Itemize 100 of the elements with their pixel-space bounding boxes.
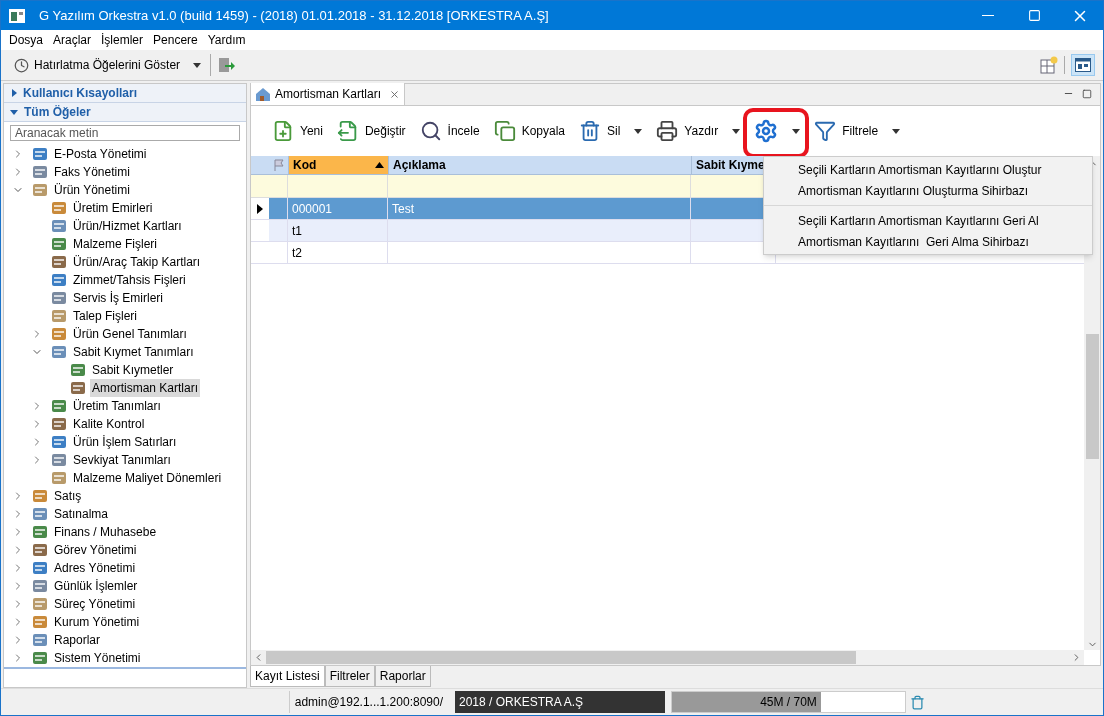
item-icon — [70, 380, 86, 396]
maximize-view-icon[interactable] — [1082, 88, 1092, 99]
new-document-icon — [272, 120, 294, 142]
filter-icon — [814, 120, 837, 142]
tree-item[interactable]: Süreç Yönetimi — [52, 595, 138, 613]
tree-item[interactable]: Sevkiyat Tanımları — [71, 451, 173, 469]
flag-icon — [272, 159, 285, 171]
table-cell-text: 000001 — [292, 200, 333, 218]
tree-item[interactable]: Adres Yönetimi — [52, 559, 138, 577]
tree-item[interactable]: Amortisman Kartları — [90, 379, 201, 397]
menu-entry[interactable]: Amortisman Kayıtlarını Oluşturma Sihirbazı — [764, 180, 1092, 201]
scrollbar-thumb[interactable] — [266, 651, 856, 664]
tree-item[interactable]: Sabit Kıymet Tanımları — [71, 343, 196, 361]
item-icon — [51, 416, 67, 432]
document-arrow-icon — [336, 120, 359, 142]
menu-item[interactable]: Dosya — [5, 31, 47, 49]
item-icon — [51, 236, 67, 252]
section-header[interactable]: Tüm Öğeler — [4, 103, 246, 122]
tree-item[interactable]: Raporlar — [52, 631, 103, 649]
item-icon — [51, 398, 67, 414]
item-icon — [32, 632, 48, 648]
tree-item[interactable]: Üretim Tanımları — [71, 397, 163, 415]
tree-item[interactable]: Kalite Kontrol — [71, 415, 147, 433]
collapsed-arrow-icon — [12, 89, 17, 97]
window-title: G Yazılım Orkestra v1.0 (build 1459) - (2018) 01.01.2018 - 31.12.2018 [ORKESTRA A.Ş] — [39, 6, 549, 25]
copy-button[interactable]: Kopyala — [490, 114, 568, 148]
tree-item[interactable]: Malzeme Fişleri — [71, 235, 159, 253]
layout-button[interactable] — [1071, 54, 1095, 76]
item-icon — [32, 542, 48, 558]
print-button[interactable]: Yazdır — [653, 114, 744, 148]
row-pointer-icon — [257, 203, 263, 214]
tree-item[interactable]: Ürün Yönetimi — [52, 181, 132, 199]
item-icon — [51, 272, 67, 288]
tree-item[interactable]: Ürün/Araç Takip Kartları — [71, 253, 203, 271]
item-icon — [32, 524, 48, 540]
tree-item[interactable]: Finans / Muhasebe — [52, 523, 159, 541]
item-icon — [32, 164, 48, 180]
item-icon — [51, 470, 67, 486]
caret-icon — [193, 62, 202, 68]
editor-tab[interactable]: Amortisman Kartları — [251, 83, 406, 105]
item-icon — [51, 434, 67, 450]
menu-item[interactable]: Pencere — [149, 31, 202, 49]
item-icon — [32, 488, 48, 504]
scrollbar-thumb[interactable] — [1085, 334, 1099, 459]
table-cell-text: t2 — [292, 244, 302, 262]
tree-item[interactable]: Malzeme Maliyet Dönemleri — [71, 469, 224, 487]
export-icon[interactable] — [217, 56, 236, 74]
item-icon — [51, 452, 67, 468]
menu-item[interactable]: Araçlar — [49, 31, 96, 49]
section-header[interactable]: Kullanıcı Kısayolları — [4, 84, 246, 103]
memory-reading: 45M / 70M — [759, 694, 818, 711]
tree-item[interactable]: Günlük İşlemler — [52, 577, 140, 595]
item-icon — [51, 290, 67, 306]
window-icon — [1075, 58, 1091, 72]
filter-button[interactable]: Filtrele — [811, 114, 904, 148]
clock-icon — [14, 57, 29, 73]
menu-item[interactable]: İşlemler — [97, 31, 148, 49]
delete-button[interactable]: Sil — [576, 114, 646, 148]
trash-icon — [579, 120, 601, 142]
tree-item[interactable]: Ürün Genel Tanımları — [71, 325, 189, 343]
splitter-handle[interactable] — [4, 667, 246, 669]
item-icon — [32, 146, 48, 162]
tree-item[interactable]: Görev Yönetimi — [52, 541, 139, 559]
tree-item[interactable]: Kurum Yönetimi — [52, 613, 142, 631]
tree-item[interactable]: Sistem Yönetimi — [52, 649, 143, 667]
expanded-arrow-icon — [10, 109, 18, 115]
tree-item[interactable]: Faks Yönetimi — [52, 163, 132, 181]
view-button[interactable]: İncele — [416, 114, 483, 148]
menu-item[interactable]: Yardım — [203, 31, 250, 49]
view-tab[interactable]: Raporlar — [374, 666, 431, 687]
sort-arrow-icon — [375, 162, 384, 168]
tree-item[interactable]: Zimmet/Tahsis Fişleri — [71, 271, 188, 289]
house-icon — [255, 86, 271, 102]
layout-add-icon[interactable] — [1040, 56, 1058, 74]
new-button[interactable]: Yeni — [269, 114, 326, 148]
view-tab[interactable]: Filtreler — [324, 666, 375, 687]
search-field[interactable]: Aranacak metin — [10, 125, 240, 141]
trash-icon[interactable] — [910, 694, 925, 710]
item-icon — [32, 560, 48, 576]
tree-item[interactable]: E-Posta Yönetimi — [52, 145, 149, 163]
reminder-button[interactable]: Hatırlatma Öğelerini Göster — [11, 53, 205, 77]
item-icon — [51, 200, 67, 216]
printer-icon — [656, 120, 679, 142]
tree-item[interactable]: Satış — [52, 487, 84, 505]
close-tab-icon[interactable] — [389, 88, 401, 100]
item-icon — [51, 326, 67, 342]
tree-item[interactable]: Sabit Kıymetler — [90, 361, 176, 379]
column-header[interactable]: Açıklama — [388, 156, 691, 174]
caret-icon — [732, 128, 741, 134]
tree-item[interactable]: Servis İş Emirleri — [71, 289, 165, 307]
tree-item[interactable]: Satınalma — [52, 505, 111, 523]
item-icon — [32, 614, 48, 630]
edit-button[interactable]: Değiştir — [333, 114, 409, 148]
tree-item[interactable]: Ürün İşlem Satırları — [71, 433, 179, 451]
view-tab[interactable]: Kayıt Listesi — [250, 666, 325, 687]
item-icon — [32, 182, 48, 198]
column-header[interactable]: Kod — [288, 156, 388, 174]
tree-item[interactable]: Talep Fişleri — [71, 307, 140, 325]
tree-item[interactable]: Ürün/Hizmet Kartları — [71, 217, 184, 235]
tree-item[interactable]: Üretim Emirleri — [71, 199, 155, 217]
